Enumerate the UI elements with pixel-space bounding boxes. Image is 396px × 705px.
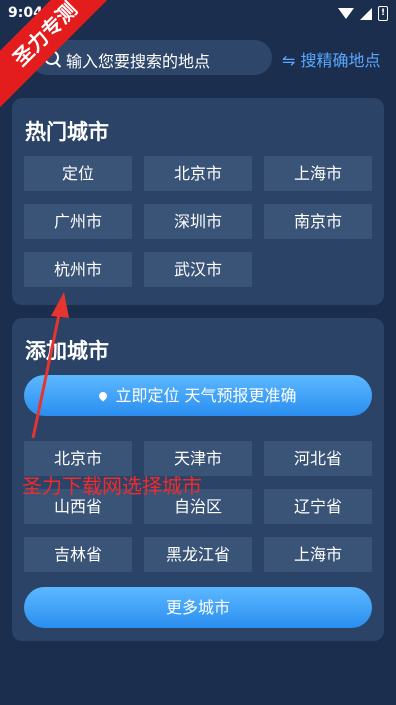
annotation-arrow — [31, 292, 69, 439]
arrow-shaft — [31, 309, 62, 439]
watermark-caption: 圣力下载网选择城市 — [22, 474, 202, 498]
arrow-head — [51, 292, 69, 318]
